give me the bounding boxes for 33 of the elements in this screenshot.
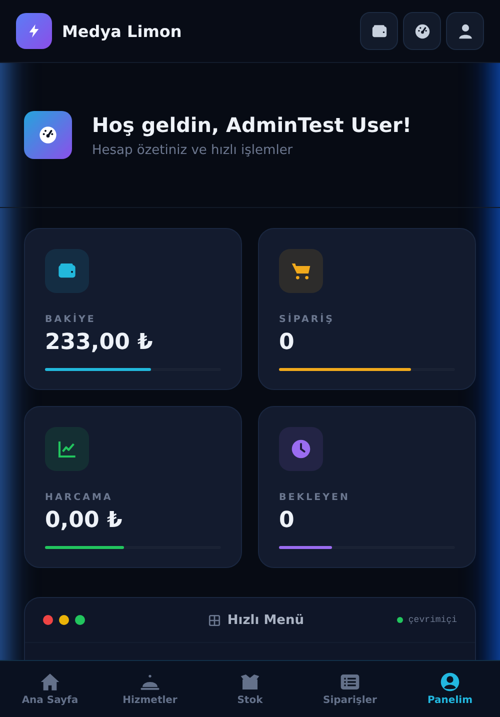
nav-tab[interactable]: Panelim	[405, 672, 495, 706]
grid-icon	[208, 614, 222, 626]
wallet-button[interactable]	[360, 12, 398, 50]
user-icon	[456, 22, 474, 40]
gauge-icon	[24, 111, 72, 159]
nav-tab[interactable]: Stok	[205, 672, 295, 706]
stat-label: HARCAMA	[45, 492, 114, 503]
welcome-title: Hoş geldin, AdminTest User!	[92, 112, 412, 136]
box-icon	[240, 672, 260, 692]
home-icon	[40, 672, 60, 692]
nav-tab[interactable]: Siparişler	[305, 672, 395, 706]
wallet-icon	[370, 22, 388, 40]
stat-value: 0	[279, 330, 296, 355]
user-icon	[440, 672, 460, 692]
gauge-icon	[414, 22, 430, 40]
service-bell-icon	[140, 672, 160, 692]
list-icon	[340, 672, 360, 692]
bolt-logo-icon	[16, 13, 52, 49]
nav-tab[interactable]: Hizmetler	[105, 672, 195, 706]
stat-label: BAKİYE	[45, 314, 97, 325]
status-dot	[397, 617, 404, 623]
stat-value: 0	[279, 508, 296, 533]
stat-label: BEKLEYEN	[279, 492, 351, 503]
nav-tab[interactable]: Ana Sayfa	[5, 672, 95, 706]
stat-value: 0,00 ₺	[45, 508, 124, 533]
brand-name: Medya Limon	[62, 22, 182, 40]
welcome-subtitle: Hesap özetiniz ve hızlı işlemler	[92, 142, 294, 158]
stat-value: 233,00 ₺	[45, 330, 154, 355]
gauge-button[interactable]	[403, 12, 441, 50]
user-button[interactable]	[446, 12, 484, 50]
status-text: çevrimiçi	[408, 615, 457, 625]
quick-menu-title: Hızlı Menü	[227, 612, 304, 628]
stat-label: SİPARİŞ	[279, 314, 336, 325]
